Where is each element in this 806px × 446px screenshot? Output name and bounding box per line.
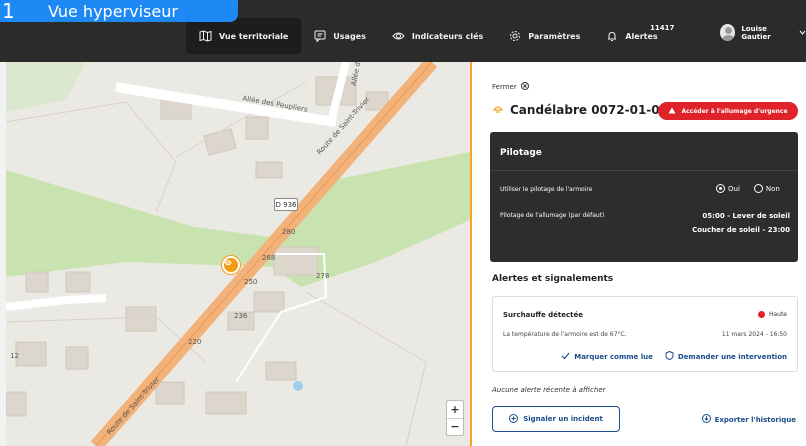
user-menu[interactable]: Louise Gautier: [720, 24, 806, 41]
alert-date: 11 mars 2024 - 16:50: [721, 331, 787, 338]
house-number: 250: [244, 278, 258, 286]
nav-item-indicateurs[interactable]: Indicateurs clés: [379, 18, 496, 54]
eye-icon: [392, 31, 405, 41]
road-shield: D 936: [274, 198, 298, 211]
use-cabinet-label: Utiliser le pilotage de l'armoire: [500, 186, 593, 193]
asset-title: Candélabre 0072-01-01: [510, 102, 668, 117]
house-number: 12: [10, 352, 19, 360]
alerts-section-title: Alertes et signalements: [492, 274, 614, 284]
lamp-icon: [492, 100, 504, 119]
nav-item-label: Usages: [333, 31, 366, 41]
download-icon: [701, 414, 711, 425]
radio-label: Non: [765, 184, 780, 193]
alert-card: Surchauffe détectée Haute La température…: [492, 296, 798, 372]
gear-icon: [509, 30, 521, 42]
mark-read-label: Marquer comme lue: [574, 352, 653, 361]
close-button[interactable]: Fermer: [492, 82, 529, 92]
step-number: 1: [2, 0, 15, 23]
zoom-control: + −: [446, 400, 464, 436]
use-cabinet-radio-group: Oui Non: [716, 184, 780, 193]
zoom-out-button[interactable]: −: [447, 417, 463, 436]
radio-dot-selected: [716, 184, 725, 193]
radio-dot: [753, 184, 763, 193]
emergency-label: Accéder à l'allumage d'urgence: [681, 107, 788, 115]
emergency-lighting-button[interactable]: Accéder à l'allumage d'urgence: [658, 102, 798, 120]
building: [65, 346, 89, 370]
mark-read-button[interactable]: Marquer comme lue: [561, 351, 653, 362]
zoom-in-button[interactable]: +: [447, 401, 463, 418]
report-incident-label: Signaler un incident: [523, 415, 603, 423]
warning-icon: [668, 107, 676, 116]
nav-item-label: Indicateurs clés: [411, 31, 484, 41]
radio-oui[interactable]: Oui: [716, 184, 740, 193]
nav-item-label: Paramètres: [528, 31, 581, 41]
severity-dot: [757, 311, 765, 318]
building: [273, 246, 319, 276]
map-view[interactable]: Allée des Peupliers Route de Saint-Trivi…: [6, 62, 470, 446]
default-lighting-label: Pilotage de l'allumage (par défaut): [500, 212, 605, 219]
nav-item-parametres[interactable]: Paramètres: [496, 18, 593, 54]
close-icon: [520, 82, 529, 92]
building: [203, 128, 237, 156]
pilotage-card: Pilotage Utiliser le pilotage de l'armoi…: [490, 132, 798, 262]
divider: [490, 170, 798, 171]
report-incident-button[interactable]: Signaler un incident: [492, 406, 620, 432]
plus-circle-icon: [509, 413, 519, 425]
house-number: 220: [188, 338, 202, 346]
building: [205, 391, 247, 415]
radio-label: Oui: [728, 184, 740, 193]
building: [25, 271, 49, 293]
alert-description: La température de l'armoire est de 67°C.: [503, 331, 627, 338]
building: [253, 291, 285, 313]
schedule-evening: Coucher de soleil - 23:00: [692, 226, 790, 234]
severity-badge: Haute: [757, 311, 787, 318]
chevron-down-icon: [799, 29, 806, 37]
building: [6, 391, 27, 417]
chat-icon: [314, 30, 326, 42]
nav-item-label: Alertes: [625, 31, 658, 41]
schedule-morning: 05:00 - Lever de soleil: [702, 212, 790, 220]
no-alert-text: Aucune alerte récente à afficher: [492, 386, 606, 394]
alert-actions: Marquer comme lue Demander une intervent…: [561, 350, 787, 362]
bell-icon: [606, 30, 618, 42]
building: [65, 271, 91, 293]
nav-item-vue-territoriale[interactable]: Vue territoriale: [186, 18, 302, 54]
asset-header: Candélabre 0072-01-01: [492, 100, 668, 119]
nav-item-label: Vue territoriale: [219, 31, 289, 41]
water-point: [293, 381, 303, 391]
radio-non[interactable]: Non: [753, 184, 780, 193]
house-number: 268: [262, 254, 276, 262]
asset-detail-panel: Fermer Candélabre 0072-01-01 Accéder à l…: [470, 62, 806, 446]
building: [125, 306, 157, 332]
check-icon: [561, 352, 570, 362]
export-history-label: Exporter l'historique: [714, 415, 796, 424]
step-label: Vue hyperviseur: [48, 1, 178, 21]
lamp-marker[interactable]: [222, 256, 240, 274]
alert-name: Surchauffe détectée: [503, 311, 584, 319]
severity-label: Haute: [768, 311, 787, 318]
avatar: [720, 24, 736, 41]
house-number: 236: [234, 312, 248, 320]
building: [15, 341, 47, 367]
house-number: 278: [316, 272, 330, 280]
map-icon: [199, 30, 212, 42]
close-label: Fermer: [492, 83, 517, 91]
building: [265, 361, 297, 381]
request-intervention-button[interactable]: Demander une intervention: [665, 350, 787, 362]
building: [255, 161, 283, 179]
shield-icon: [665, 350, 674, 362]
export-history-button[interactable]: Exporter l'historique: [701, 414, 796, 425]
green-field: [6, 62, 86, 112]
building: [155, 381, 185, 405]
building: [245, 116, 269, 140]
alert-count-badge: 11417: [650, 24, 675, 32]
request-label: Demander une intervention: [677, 352, 787, 361]
nav-item-usages[interactable]: Usages: [301, 18, 379, 54]
step-badge: 1 Vue hyperviseur: [0, 0, 238, 23]
nav-menu: Vue territoriale Usages Indicateurs clés…: [186, 18, 671, 54]
pilotage-title: Pilotage: [500, 148, 542, 158]
user-name: Louise Gautier: [741, 24, 771, 41]
house-number: 280: [282, 228, 296, 236]
side-road: [6, 294, 107, 311]
